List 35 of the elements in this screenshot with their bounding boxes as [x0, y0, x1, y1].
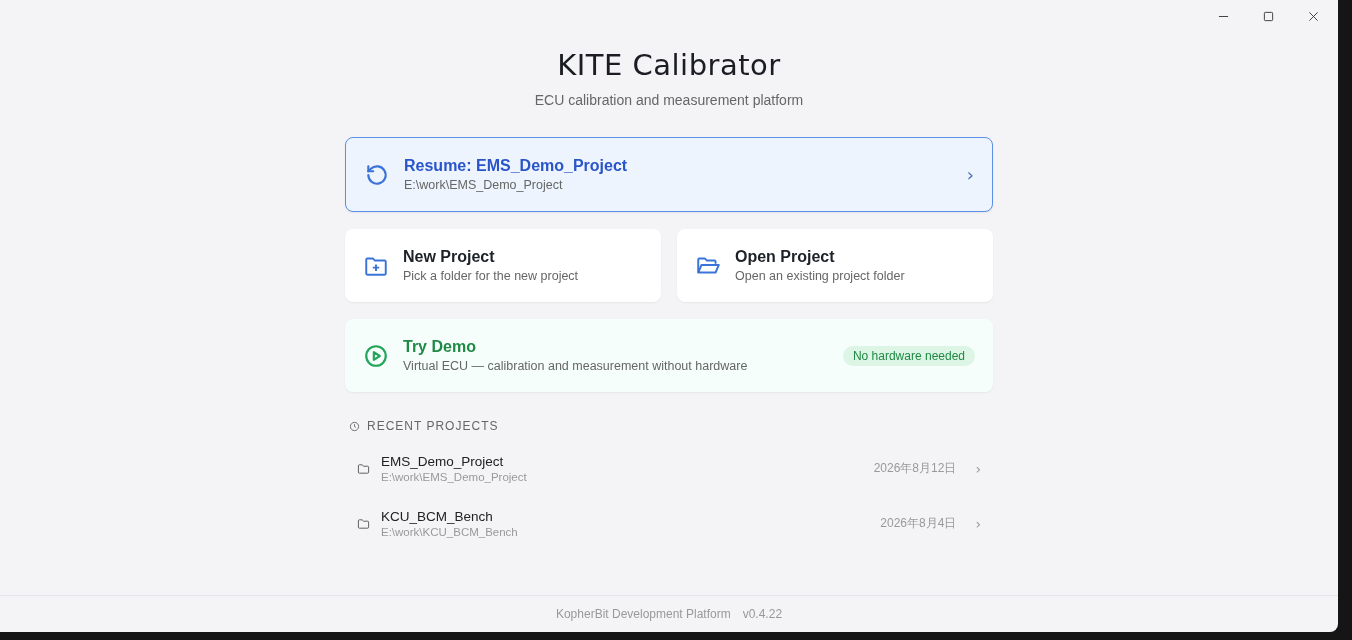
folder-icon [357, 517, 370, 530]
card-title: New Project [403, 248, 496, 266]
project-name: EMS_Demo_Project [381, 454, 505, 469]
app-subtitle: ECU calibration and measurement platform [534, 92, 804, 108]
project-name: KCU_BCM_Bench [381, 509, 494, 524]
card-title: Open Project [735, 248, 836, 266]
recent-project-item[interactable]: KCU_BCM_Bench E:\work\KCU_BCM_Bench 2026年8月4日 › [345, 496, 993, 551]
recent-project-item[interactable]: EMS_Demo_Project E:\work\EMS_Demo_Project 2026年8月12日 › [345, 441, 993, 496]
folder-icon [357, 462, 370, 475]
maximize-icon[interactable] [1263, 10, 1274, 22]
version-label: v0.4.22 [742, 607, 783, 621]
card-path: E:\work\EMS_Demo_Project [404, 178, 564, 192]
clock-icon [349, 420, 360, 432]
demo-card[interactable]: Try Demo Virtual ECU — calibration and measurement without hardware No hardware needed [345, 319, 993, 392]
card-title: Resume: EMS_Demo_Project [404, 157, 629, 175]
footer-text: KopherBit Development Platform [555, 607, 731, 621]
card-title: Try Demo [403, 338, 477, 356]
card-description: Virtual ECU — calibration and measurement without hardware [403, 359, 749, 373]
info-badge: No hardware needed [842, 345, 975, 366]
chevron-icon: › [966, 164, 974, 185]
app-title: KITE Calibrator [557, 48, 781, 82]
action-card[interactable]: New Project Pick a folder for the new project [345, 229, 661, 302]
section-heading: RECENT PROJECTS [367, 419, 499, 433]
project-path: E:\work\EMS_Demo_Project [381, 471, 528, 483]
project-date: 2026年8月12日 [873, 460, 957, 477]
chevron-icon: › [975, 460, 981, 477]
action-card[interactable]: Open Project Open an existing project folder [677, 229, 993, 302]
play-icon [363, 342, 389, 369]
chevron-icon: › [975, 515, 981, 532]
card-description: Open an existing project folder [735, 269, 906, 283]
project-path: E:\work\KCU_BCM_Bench [381, 526, 519, 538]
project-date: 2026年8月4日 [880, 515, 957, 532]
resume-card[interactable]: Resume: EMS_Demo_Project E:\work\EMS_Demo_Project › [345, 137, 993, 212]
close-icon[interactable] [1308, 10, 1319, 22]
card-description: Pick a folder for the new project [403, 269, 580, 283]
